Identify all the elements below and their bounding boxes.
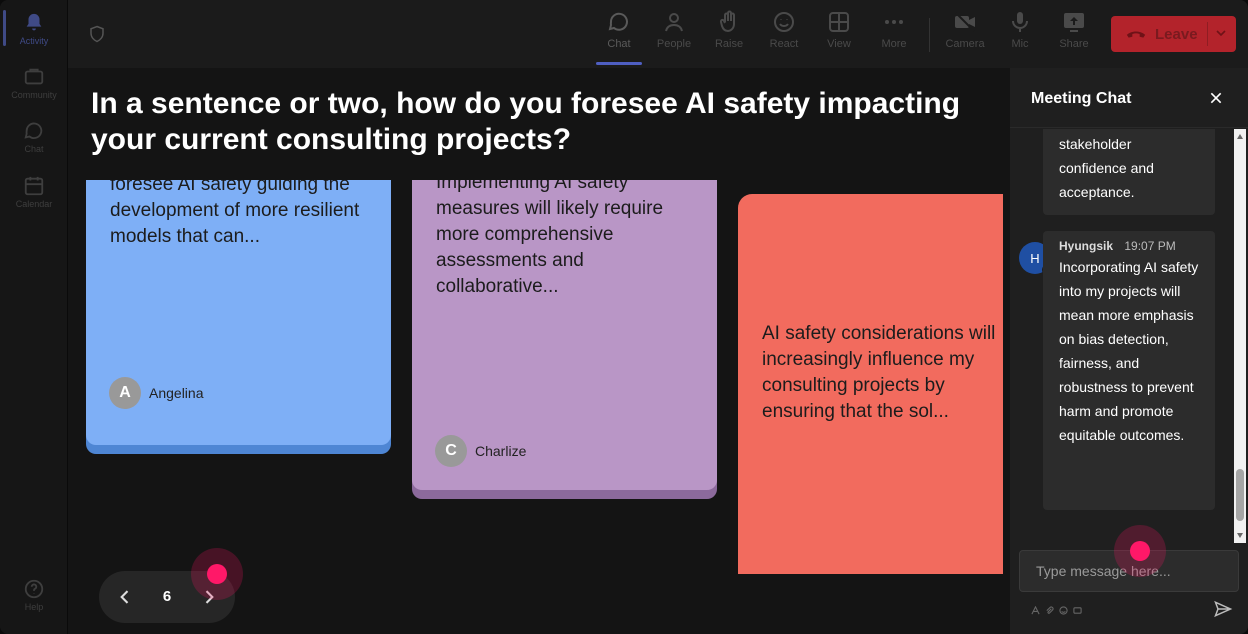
- camera-button[interactable]: Camera: [939, 10, 991, 64]
- scroll-thumb[interactable]: [1236, 469, 1244, 521]
- more-dots-icon: [885, 20, 903, 24]
- card-text: Implementing AI safety measures will lik…: [436, 180, 664, 297]
- react-button[interactable]: React: [758, 10, 810, 64]
- format-toolbar: [1031, 602, 1082, 615]
- question-title: In a sentence or two, how do you foresee…: [91, 87, 961, 156]
- rail-item-calendar[interactable]: Calendar: [0, 175, 68, 209]
- leave-button-label: Leave: [1155, 25, 1198, 43]
- avatar: A: [109, 377, 141, 409]
- chat-message: Hyungsik 19:07 PM Incorporating AI safet…: [1043, 231, 1215, 510]
- message-list: stakeholder confidence and acceptance. H…: [1010, 129, 1248, 543]
- rail-item-help[interactable]: Help: [0, 578, 68, 612]
- rail-item-chat[interactable]: Chat: [0, 120, 68, 154]
- gif-icon[interactable]: [1073, 602, 1082, 614]
- chevron-left-icon[interactable]: [115, 587, 135, 607]
- bell-icon: [26, 13, 42, 31]
- rail-label: Help: [24, 602, 44, 612]
- people-button-label: People: [656, 38, 692, 50]
- meeting-chat-panel: Meeting Chat stakeholder confidence and …: [1010, 68, 1248, 634]
- response-card[interactable]: AI safety considerations will increasing…: [738, 194, 1003, 574]
- mic-button[interactable]: Mic: [994, 10, 1046, 64]
- react-button-label: React: [769, 38, 799, 50]
- author-name: Charlize: [475, 443, 527, 459]
- presentation-stage: In a sentence or two, how do you foresee…: [68, 68, 1010, 634]
- chat-icon: [608, 12, 628, 31]
- message-meta: Hyungsik 19:07 PM: [1043, 231, 1215, 253]
- mic-button-label: Mic: [1011, 38, 1029, 50]
- rail-label: Activity: [19, 36, 49, 46]
- avatar: C: [435, 435, 467, 467]
- rail-item-community[interactable]: Community: [0, 66, 68, 100]
- card-text: foresee AI safety guiding the developmen…: [110, 180, 360, 247]
- leave-button[interactable]: Leave: [1111, 16, 1236, 52]
- message-author: Hyungsik: [1059, 239, 1114, 253]
- chat-button-label: Chat: [607, 38, 631, 50]
- send-icon[interactable]: [1213, 599, 1233, 619]
- chat-scrollbar[interactable]: [1234, 129, 1246, 543]
- rail-item-activity[interactable]: Activity: [0, 12, 68, 46]
- chat-button[interactable]: Chat: [593, 10, 645, 64]
- response-card[interactable]: Implementing AI safety measures will lik…: [412, 180, 717, 490]
- scroll-up-arrow[interactable]: [1237, 134, 1243, 139]
- card-author: A Angelina: [109, 377, 204, 409]
- attach-icon[interactable]: [1045, 602, 1054, 614]
- calendar-icon: [24, 176, 44, 196]
- people-icon: [665, 13, 683, 32]
- hang-up-icon: [1126, 31, 1146, 38]
- toolbar-divider: [929, 18, 930, 52]
- meeting-toolbar: Chat People Raise React View More Camera: [68, 0, 1248, 68]
- author-name: Angelina: [149, 385, 204, 401]
- message-time: 19:07 PM: [1124, 239, 1176, 253]
- share-button[interactable]: Share: [1048, 10, 1100, 64]
- community-icon: [24, 68, 44, 85]
- view-button-label: View: [827, 38, 851, 50]
- rail-label: Calendar: [15, 199, 53, 209]
- close-icon[interactable]: [1208, 90, 1224, 106]
- chat-header: Meeting Chat: [1010, 68, 1248, 128]
- page-number: 6: [162, 588, 172, 605]
- format-icon[interactable]: [1031, 602, 1040, 615]
- chat-message: stakeholder confidence and acceptance.: [1043, 129, 1215, 215]
- camera-off-icon: [955, 12, 975, 32]
- left-rail: Activity Community Chat Calendar Help: [0, 0, 68, 634]
- card-author: C Charlize: [435, 435, 526, 467]
- raise-hand-button[interactable]: Raise: [703, 10, 755, 64]
- active-tab-indicator: [596, 62, 642, 65]
- grid-view-icon: [829, 12, 849, 32]
- click-indicator: [1114, 525, 1166, 577]
- scroll-down-arrow[interactable]: [1237, 533, 1243, 538]
- help-icon: [24, 579, 44, 599]
- mic-icon: [1012, 12, 1028, 32]
- message-text: Incorporating AI safety into my projects…: [1059, 259, 1199, 443]
- share-button-label: Share: [1059, 38, 1089, 50]
- meeting-window: Activity Community Chat Calendar Help Ch…: [0, 0, 1248, 634]
- smiley-icon: [774, 12, 794, 32]
- response-card[interactable]: foresee AI safety guiding the developmen…: [86, 180, 391, 445]
- camera-button-label: Camera: [945, 38, 985, 50]
- more-button-label: More: [881, 38, 907, 50]
- raise-hand-icon: [719, 10, 735, 33]
- raise-hand-button-label: Raise: [714, 38, 744, 50]
- share-screen-icon: [1064, 13, 1084, 32]
- chat-icon: [24, 122, 43, 140]
- leave-divider: [1207, 22, 1208, 46]
- chevron-down-icon[interactable]: [1213, 25, 1229, 41]
- message-text: stakeholder confidence and acceptance.: [1059, 136, 1154, 200]
- card-text: AI safety considerations will increasing…: [762, 323, 996, 422]
- rail-label: Community: [11, 90, 57, 100]
- emoji-icon[interactable]: [1059, 602, 1068, 615]
- chat-title: Meeting Chat: [1031, 90, 1132, 107]
- more-button[interactable]: More: [868, 10, 920, 64]
- people-button[interactable]: People: [648, 10, 700, 64]
- click-indicator: [191, 548, 243, 600]
- shield-icon[interactable]: [88, 24, 106, 44]
- rail-label: Chat: [24, 144, 44, 154]
- view-button[interactable]: View: [813, 10, 865, 64]
